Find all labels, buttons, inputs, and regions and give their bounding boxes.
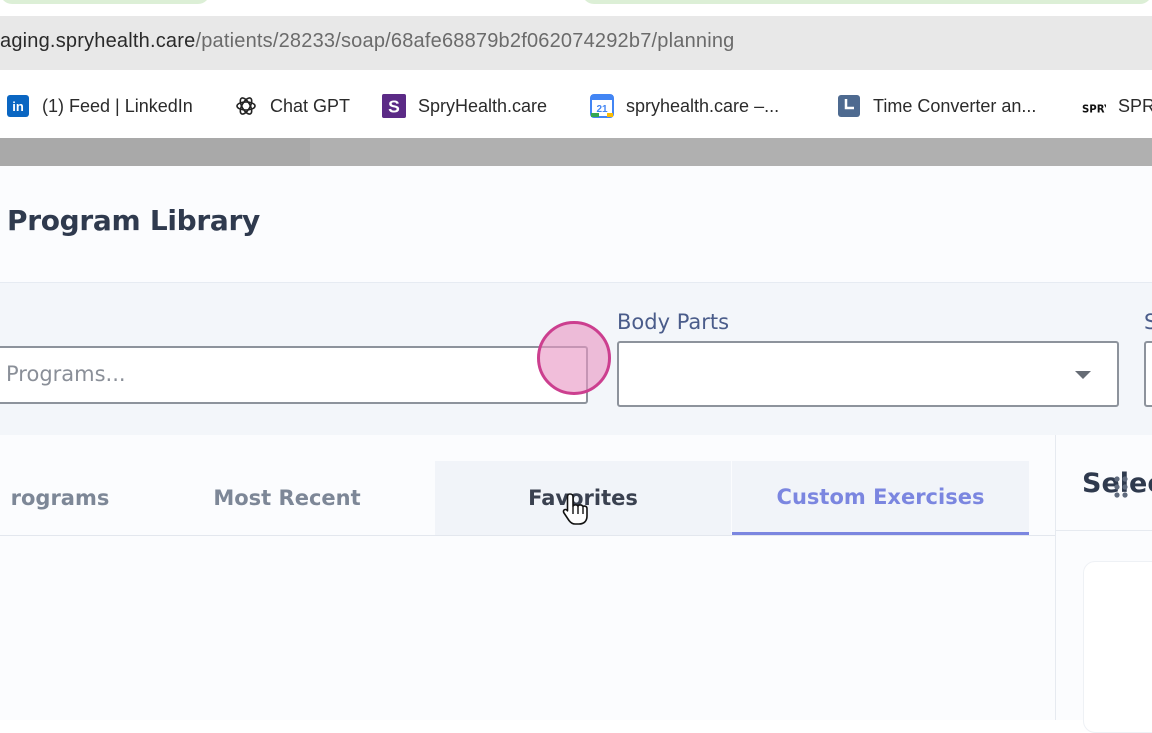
bookmark-linkedin[interactable]: in (1) Feed | LinkedIn — [6, 92, 193, 120]
chevron-down-icon — [1075, 371, 1091, 379]
svg-text:in: in — [12, 99, 24, 114]
bookmark-label: Chat GPT — [270, 95, 351, 116]
bookmark-spryhealth[interactable]: S SpryHealth.care — [382, 92, 547, 120]
drag-handle-icon[interactable] — [1113, 475, 1129, 503]
library-tabs: rograms Most Recent Favorites Custom Exe… — [0, 461, 1030, 535]
url-host: aging.spryhealth.care — [0, 30, 196, 52]
bookmark-label: (1) Feed | LinkedIn — [42, 95, 193, 116]
tab-most-recent[interactable]: Most Recent — [140, 461, 434, 535]
page-title: Program Library — [7, 204, 260, 237]
divider — [0, 535, 1055, 536]
browser-tab-strip — [0, 0, 1152, 16]
bookmark-spry[interactable]: SPRY SPR — [1082, 92, 1152, 120]
page-overlay-strip — [0, 138, 1152, 166]
bookmarks-bar: in (1) Feed | LinkedIn Chat GPT S SpryHe… — [0, 70, 1152, 140]
linkedin-icon: in — [6, 94, 30, 118]
address-bar[interactable]: aging.spryhealth.care/patients/28233/soa… — [0, 16, 1152, 70]
next-filter-label: S — [1144, 310, 1152, 334]
bookmark-label: spryhealth.care –... — [626, 95, 780, 116]
bookmark-time-converter[interactable]: Time Converter an... — [837, 92, 1036, 120]
url-text[interactable]: aging.spryhealth.care/patients/28233/soa… — [0, 30, 735, 53]
bookmark-label: SPR — [1118, 95, 1152, 116]
svg-text:S: S — [388, 96, 400, 116]
browser-tab[interactable] — [582, 0, 1152, 4]
spry-logo-icon: SPRY — [1082, 94, 1106, 118]
spry-s-icon: S — [382, 94, 406, 118]
browser-tab[interactable] — [0, 0, 210, 4]
tab-programs[interactable]: rograms — [0, 461, 130, 535]
openai-icon — [234, 94, 258, 118]
search-programs-input[interactable]: Programs... — [0, 346, 588, 404]
body-parts-label: Body Parts — [617, 310, 730, 334]
calendar-icon-number: 21 — [596, 104, 608, 115]
bookmark-label: SpryHealth.care — [418, 95, 548, 116]
tab-custom-exercises[interactable]: Custom Exercises — [732, 461, 1029, 535]
clock-icon — [837, 94, 861, 118]
bookmark-chatgpt[interactable]: Chat GPT — [234, 92, 350, 120]
url-path: /patients/28233/soap/68afe68879b2f062074… — [195, 30, 735, 52]
program-library-app: Program Library Programs... Body Parts S… — [0, 166, 1152, 733]
spry-logo-text: SPRY — [1082, 104, 1106, 115]
google-calendar-icon: 21 — [590, 94, 614, 118]
hand-pointer-icon — [562, 493, 588, 525]
next-filter-dropdown[interactable] — [1144, 341, 1152, 407]
panel-divider — [1055, 435, 1056, 720]
click-indicator — [537, 321, 611, 395]
bookmark-calendar[interactable]: 21 spryhealth.care –... — [590, 92, 779, 120]
bookmark-label: Time Converter an... — [873, 95, 1037, 116]
selected-item-card[interactable] — [1083, 561, 1152, 733]
body-parts-dropdown[interactable] — [617, 341, 1119, 407]
divider — [1056, 530, 1152, 531]
